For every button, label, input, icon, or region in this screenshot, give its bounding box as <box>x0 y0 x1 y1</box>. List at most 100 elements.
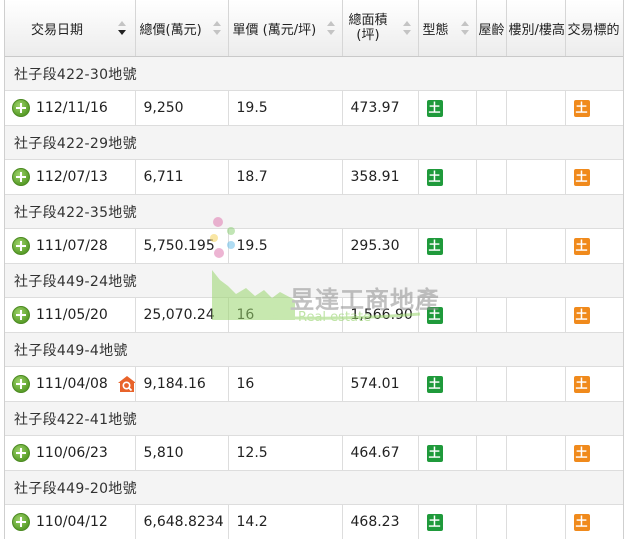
unit-price-cell: 18.7 <box>228 159 343 195</box>
col-header-unit-price[interactable]: 單價 (萬元/坪) <box>228 0 343 57</box>
parcel-title: 社子段422-29地號 <box>5 125 623 160</box>
target-cell: 土 <box>565 159 623 195</box>
total-price-cell: 6,711 <box>135 159 229 195</box>
date-cell: 110/06/23 <box>5 435 136 471</box>
target-cell: 土 <box>565 435 623 471</box>
total-price-cell: 9,184.16 <box>135 366 229 402</box>
type-cell: 土 <box>418 90 477 126</box>
land-target-badge: 土 <box>573 168 590 186</box>
parcel-title: 社子段422-35地號 <box>5 194 623 229</box>
floor-cell <box>506 90 566 126</box>
total-price-cell: 25,070.24 <box>135 297 229 333</box>
land-type-badge: 土 <box>426 513 443 531</box>
col-header-target: 交易標的 <box>565 0 623 57</box>
land-target-badge: 土 <box>573 513 590 531</box>
parcel-title: 社子段449-4地號 <box>5 332 623 367</box>
age-cell <box>476 228 507 264</box>
unit-price-cell: 16 <box>228 366 343 402</box>
age-cell <box>476 90 507 126</box>
transaction-row[interactable]: 110/06/23 5,810 12.5 464.67 土 土 <box>5 435 623 471</box>
floor-cell <box>506 297 566 333</box>
expand-plus-icon[interactable] <box>12 306 30 324</box>
target-cell: 土 <box>565 297 623 333</box>
date-cell: 112/11/16 <box>5 90 136 126</box>
transaction-row[interactable]: 111/04/08 9,184.16 16 574.01 土 土 <box>5 366 623 402</box>
type-cell: 土 <box>418 297 477 333</box>
area-cell: 295.30 <box>342 228 419 264</box>
col-header-date[interactable]: 交易日期 <box>5 0 136 57</box>
expand-plus-icon[interactable] <box>12 444 30 462</box>
parcel-group-row: 社子段422-41地號 <box>5 401 623 436</box>
col-header-area[interactable]: 總面積 (坪) <box>342 0 419 57</box>
parcel-group-row: 社子段422-35地號 <box>5 194 623 229</box>
age-cell <box>476 366 507 402</box>
land-type-badge: 土 <box>426 375 443 393</box>
table-header-row: 交易日期 總價(萬元) 單價 (萬元/坪) 總面積 (坪) 型態 屋齡 樓別/樓… <box>5 0 623 57</box>
parcel-title: 社子段449-20地號 <box>5 470 623 505</box>
floor-cell <box>506 504 566 539</box>
transaction-row[interactable]: 111/07/28 5,750.195 19.5 295.30 土 土 <box>5 228 623 264</box>
sort-icon[interactable] <box>460 21 470 35</box>
sort-icon[interactable] <box>326 21 336 35</box>
floor-cell <box>506 228 566 264</box>
col-header-total-price[interactable]: 總價(萬元) <box>135 0 229 57</box>
target-cell: 土 <box>565 228 623 264</box>
parcel-group-row: 社子段449-20地號 <box>5 470 623 505</box>
parcel-group-row: 社子段422-30地號 <box>5 56 623 91</box>
total-price-cell: 5,810 <box>135 435 229 471</box>
sort-desc-icon[interactable] <box>117 21 127 35</box>
col-header-label: 交易標的 <box>567 22 620 38</box>
date-cell: 110/04/12 <box>5 504 136 539</box>
transaction-date: 112/11/16 <box>36 100 108 116</box>
total-price-cell: 5,750.195 <box>135 228 229 264</box>
col-header-label: 總價(萬元) <box>139 22 202 38</box>
land-type-badge: 土 <box>426 237 443 255</box>
transaction-row[interactable]: 112/07/13 6,711 18.7 358.91 土 土 <box>5 159 623 195</box>
transaction-date: 111/04/08 <box>36 376 108 392</box>
unit-price-cell: 19.5 <box>228 90 343 126</box>
unit-price-cell: 19.5 <box>228 228 343 264</box>
expand-plus-icon[interactable] <box>12 237 30 255</box>
area-cell: 473.97 <box>342 90 419 126</box>
transaction-date: 111/05/20 <box>36 307 108 323</box>
land-target-badge: 土 <box>573 237 590 255</box>
total-price-cell: 6,648.8234 <box>135 504 229 539</box>
floor-cell <box>506 366 566 402</box>
expand-plus-icon[interactable] <box>12 375 30 393</box>
date-cell: 112/07/13 <box>5 159 136 195</box>
expand-plus-icon[interactable] <box>12 168 30 186</box>
parcel-title: 社子段449-24地號 <box>5 263 623 298</box>
transaction-date: 110/04/12 <box>36 514 108 530</box>
transaction-row[interactable]: 111/05/20 25,070.24 16 1,566.90 土 土 <box>5 297 623 333</box>
unit-price-cell: 14.2 <box>228 504 343 539</box>
transaction-date: 110/06/23 <box>36 445 108 461</box>
floor-cell <box>506 159 566 195</box>
land-target-badge: 土 <box>573 375 590 393</box>
col-header-type[interactable]: 型態 <box>418 0 477 57</box>
col-header-label-line1: 總面積 <box>348 13 388 28</box>
land-target-badge: 土 <box>573 99 590 117</box>
col-header-floor: 樓別/樓高 <box>506 0 566 57</box>
sort-icon[interactable] <box>212 21 222 35</box>
unit-price-cell: 12.5 <box>228 435 343 471</box>
sort-icon[interactable] <box>402 21 412 35</box>
parcel-title: 社子段422-30地號 <box>5 56 623 91</box>
area-cell: 464.67 <box>342 435 419 471</box>
type-cell: 土 <box>418 159 477 195</box>
parcel-group-row: 社子段449-4地號 <box>5 332 623 367</box>
house-search-icon[interactable] <box>117 375 135 393</box>
age-cell <box>476 435 507 471</box>
col-header-label: 屋齡 <box>478 22 505 38</box>
expand-plus-icon[interactable] <box>12 513 30 531</box>
unit-price-cell: 16 <box>228 297 343 333</box>
age-cell <box>476 504 507 539</box>
target-cell: 土 <box>565 504 623 539</box>
parcel-group-row: 社子段422-29地號 <box>5 125 623 160</box>
transaction-table-panel: 交易日期 總價(萬元) 單價 (萬元/坪) 總面積 (坪) 型態 屋齡 樓別/樓… <box>4 0 624 539</box>
transaction-row[interactable]: 110/04/12 6,648.8234 14.2 468.23 土 土 <box>5 504 623 539</box>
expand-plus-icon[interactable] <box>12 99 30 117</box>
transaction-row[interactable]: 112/11/16 9,250 19.5 473.97 土 土 <box>5 90 623 126</box>
area-cell: 468.23 <box>342 504 419 539</box>
target-cell: 土 <box>565 90 623 126</box>
transaction-table: 交易日期 總價(萬元) 單價 (萬元/坪) 總面積 (坪) 型態 屋齡 樓別/樓… <box>5 0 623 539</box>
